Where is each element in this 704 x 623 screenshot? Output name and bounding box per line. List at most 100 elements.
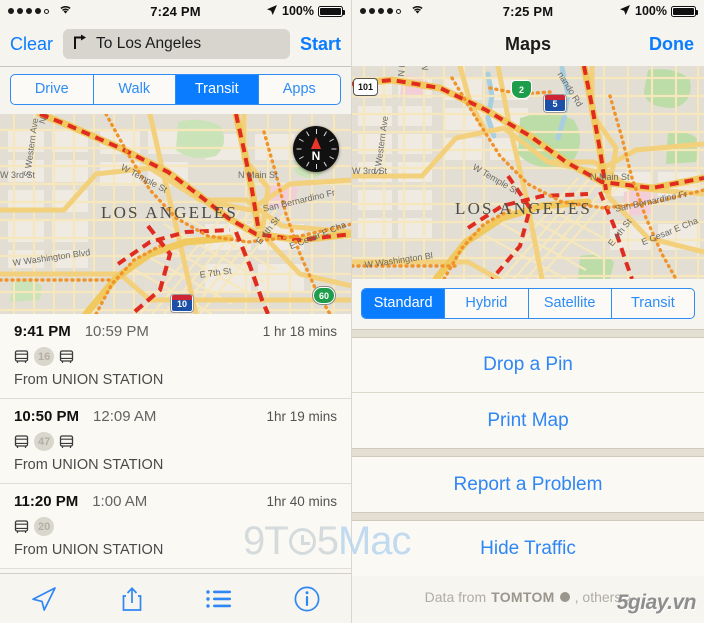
route-depart-time: 9:41 PM [14,323,71,340]
drop-a-pin-button[interactable]: Drop a Pin [352,338,704,393]
chevron-right-icon: › [626,588,632,606]
battery-full-icon [318,5,345,17]
table-row[interactable]: 11:20 PM 1:00 AM 1hr 40 mins 20 From UNI… [0,484,351,569]
signal-dot [8,8,14,14]
bus-icon [14,349,29,364]
left-bottom-toolbar [0,573,351,623]
segment-hybrid[interactable]: Hybrid [444,289,527,318]
route-duration: 1hr 40 mins [266,494,337,509]
destination-search-field[interactable]: To Los Angeles [63,29,290,59]
map-type-segmented-control[interactable]: Standard Hybrid Satellite Transit [361,288,695,319]
right-map-view[interactable]: N Normandie Ave N Vermont Ave nando Rd W… [352,66,704,279]
sheet-separator [352,329,704,338]
transit-routes-list: 9:41 PM 10:59 PM 1 hr 18 mins 16 From UN… [0,314,351,569]
attribution-prefix: Data from [424,589,487,605]
route-legs: 20 [14,517,337,536]
left-map-view[interactable]: N North W 3rd St S Western Ave W Temple … [0,114,351,314]
dual-screenshot-stage: 7:24 PM 100% Clear To Los Angeles Start [0,0,704,623]
right-phone-screen: 7:25 PM 100% Maps Done nando Rd W 3rd St… [352,0,704,623]
segment-transit[interactable]: Transit [175,75,258,104]
right-map-canvas [352,66,704,279]
signal-dot [387,8,393,14]
clear-button[interactable]: Clear [10,34,53,55]
route-number-badge: 16 [34,347,55,366]
route-arrive-time: 10:59 PM [84,323,149,340]
list-icon [206,589,232,608]
route-number-badge: 47 [34,432,55,451]
globe-icon [559,592,570,602]
wifi-icon [58,4,73,18]
sheet-separator [352,512,704,521]
route-depart-time: 11:20 PM [14,493,79,510]
table-row[interactable]: 10:50 PM 12:09 AM 1hr 19 mins 47 From UN… [0,399,351,484]
route-arrive-time: 1:00 AM [92,493,148,510]
done-button[interactable]: Done [649,34,694,55]
share-button[interactable] [104,577,160,621]
left-phone-screen: 7:24 PM 100% Clear To Los Angeles Start [0,0,352,623]
signal-dot [17,8,23,14]
route-origin: From UNION STATION [14,457,164,473]
signal-strength-indicator [360,4,425,18]
route-times: 9:41 PM 10:59 PM 1 hr 18 mins [14,323,337,340]
map-data-attribution[interactable]: Data from TOMTOM , others › [352,576,704,618]
signal-dot [369,8,375,14]
info-icon [294,586,320,611]
compass-icon[interactable]: N [293,126,339,172]
left-nav-bar: Clear To Los Angeles Start [0,22,351,66]
location-arrow-icon [32,586,56,611]
status-bar-right-group: 100% [619,4,698,19]
signal-dot [378,8,384,14]
route-duration: 1hr 19 mins [266,409,337,424]
travel-mode-segmented-control[interactable]: Drive Walk Transit Apps [10,74,341,105]
segment-apps[interactable]: Apps [257,75,341,104]
directions-list-button[interactable] [191,577,247,621]
map-type-segmented-wrap: Standard Hybrid Satellite Transit [352,279,704,329]
signal-dot-empty [44,8,49,14]
table-row[interactable]: 9:41 PM 10:59 PM 1 hr 18 mins 16 From UN… [0,314,351,399]
route-arrive-time: 12:09 AM [93,408,157,425]
route-legs: 47 [14,432,337,451]
segment-drive[interactable]: Drive [11,75,93,104]
segment-satellite[interactable]: Satellite [527,289,611,318]
turn-right-arrow-icon [73,34,87,54]
report-a-problem-button[interactable]: Report a Problem [352,457,704,512]
destination-search-value: To Los Angeles [96,35,202,52]
battery-percent-label: 100% [282,4,314,18]
nav-divider [0,66,351,67]
compass-ticks [296,129,336,169]
segment-standard[interactable]: Standard [362,289,445,318]
location-arrow-icon [619,4,631,19]
current-location-button[interactable] [16,577,72,621]
segment-transit[interactable]: Transit [610,289,694,318]
route-depart-time: 10:50 PM [14,408,80,425]
status-bar-right-group: 100% [266,4,345,19]
signal-dot [35,8,41,14]
info-button[interactable] [279,577,335,621]
route-duration: 1 hr 18 mins [262,324,337,339]
route-times: 10:50 PM 12:09 AM 1hr 19 mins [14,408,337,425]
print-map-button[interactable]: Print Map [352,393,704,448]
route-legs: 16 [14,347,337,366]
route-origin: From UNION STATION [14,372,164,388]
route-origin: From UNION STATION [14,542,164,558]
route-times: 11:20 PM 1:00 AM 1hr 40 mins [14,493,337,510]
battery-full-icon [671,5,698,17]
signal-dot [26,8,32,14]
start-button[interactable]: Start [300,34,341,55]
signal-dot-empty [396,8,401,14]
map-options-action-sheet: Drop a Pin Print Map Report a Problem Hi… [352,329,704,618]
battery-percent-label: 100% [635,4,667,18]
segment-walk[interactable]: Walk [92,75,176,104]
right-nav-bar: Maps Done [352,22,704,66]
location-arrow-icon [266,4,278,19]
signal-strength-indicator [8,4,73,18]
share-icon [122,586,141,611]
sheet-separator [352,448,704,457]
route-number-badge: 20 [34,517,55,536]
bus-icon [59,349,74,364]
signal-dot [360,8,366,14]
travel-mode-segmented-wrap: Drive Walk Transit Apps [0,67,351,114]
right-status-bar: 7:25 PM 100% [352,0,704,22]
left-status-bar: 7:24 PM 100% [0,0,351,22]
hide-traffic-button[interactable]: Hide Traffic [352,521,704,576]
